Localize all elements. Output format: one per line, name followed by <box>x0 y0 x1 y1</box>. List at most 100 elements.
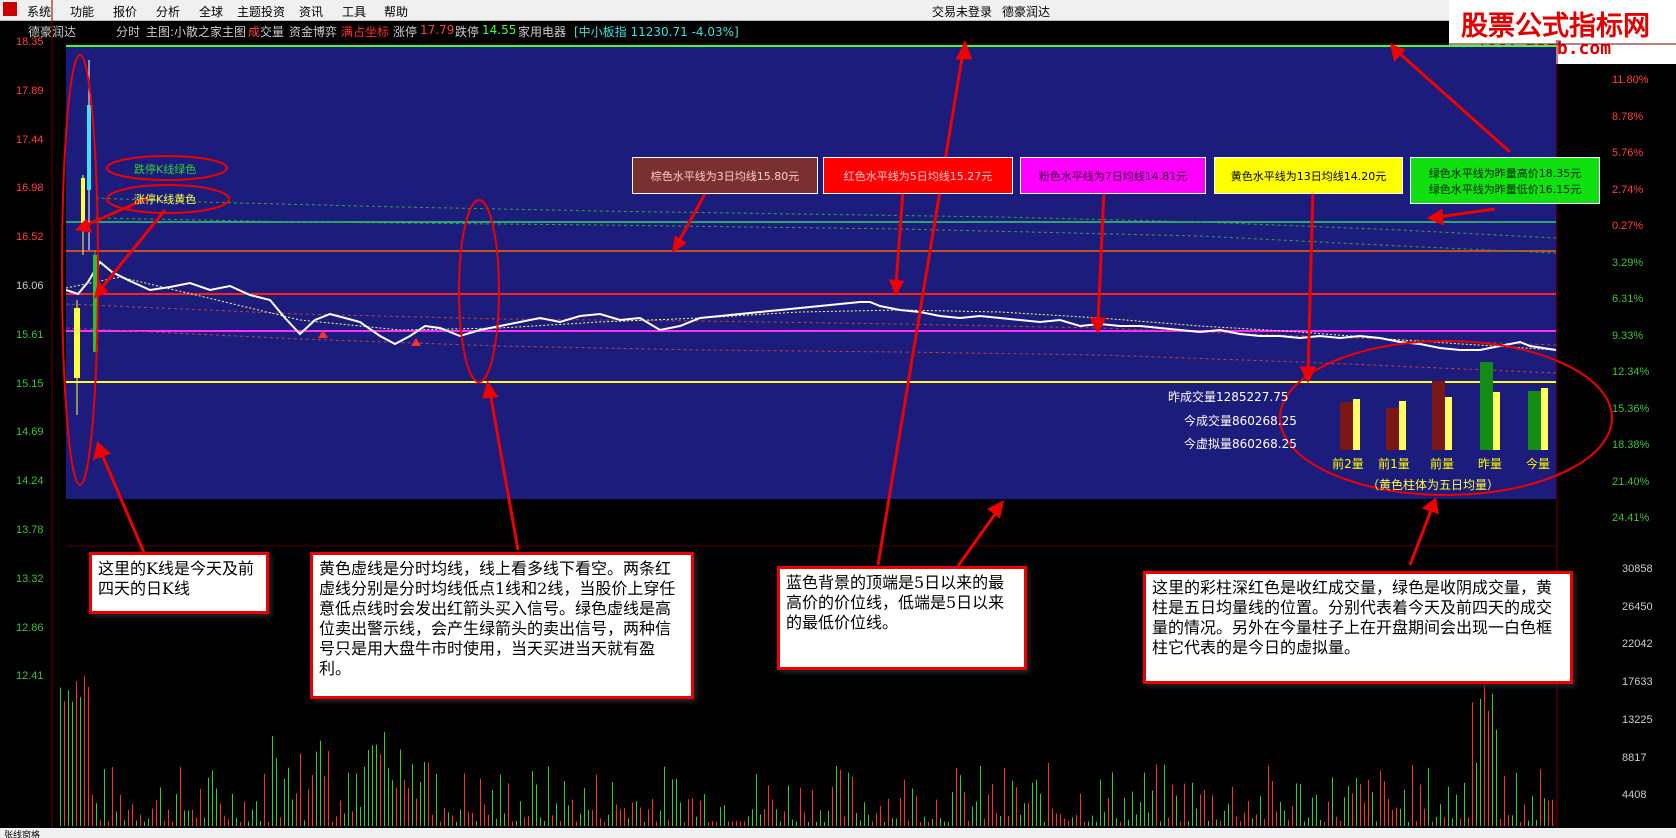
volume-tick-bar <box>280 817 281 826</box>
volume-tick-bar <box>1352 793 1353 826</box>
volume-tick-bar <box>680 802 681 826</box>
volume-tick-bar <box>396 787 397 826</box>
volume-tick-bar <box>1452 818 1453 826</box>
legend-hi-line: 绿色水平线为昨量高价18.35元 <box>1428 166 1582 180</box>
volume-tick-bar <box>1480 698 1481 826</box>
volume-tick-bar <box>492 789 493 826</box>
volume-tick-bar <box>468 812 469 826</box>
volume-tick-bar <box>108 821 109 826</box>
volume-tick-bar <box>128 810 129 826</box>
volume-tick-bar <box>452 815 453 826</box>
volume-tick-bar <box>272 736 273 826</box>
volume-tick-bar <box>1004 767 1005 826</box>
volume-tick-bar <box>116 811 117 826</box>
volume-tick-bar <box>1276 811 1277 826</box>
vol-bars-note: （黄色柱体为五日均量） <box>1367 478 1500 492</box>
volume-tick-bar <box>312 775 313 826</box>
left-price-tick: 13.78 <box>16 524 44 536</box>
volume-tick-bar <box>316 751 317 826</box>
left-price-tick: 18.35 <box>16 36 44 48</box>
volume-tick-bar <box>1384 781 1385 826</box>
volume-tick-bar <box>1232 787 1233 826</box>
volume-tick-bar <box>448 812 449 826</box>
volume-tick-bar <box>648 809 649 826</box>
left-price-tick: 14.69 <box>16 426 44 439</box>
volume-tick-bar <box>1056 813 1057 826</box>
legend-ma5: 红色水平线为5日均线15.27元 <box>823 157 1013 194</box>
volume-tick-bar <box>964 792 965 826</box>
volume-tick-bar <box>940 818 941 826</box>
volume-tick-bar <box>1148 812 1149 826</box>
left-price-tick: 17.44 <box>16 133 44 146</box>
right-pct-tick: 9.33% <box>1612 329 1644 342</box>
volume-tick-bar <box>720 807 721 826</box>
volume-tick-bar <box>972 806 973 826</box>
volume-tick-bar <box>488 814 489 826</box>
volume-tick-bar <box>1220 821 1221 826</box>
volume-tick-bar <box>1296 783 1297 826</box>
volume-tick-bar <box>1108 797 1109 826</box>
volume-tick-bar <box>204 817 205 826</box>
volume-tick-bar <box>812 790 813 826</box>
legend-hi-lo: 绿色水平线为昨量高价18.35元 绿色水平线为昨量低价16.15元 <box>1410 157 1600 204</box>
volume-tick-bar <box>896 818 897 826</box>
volume-tick-bar <box>876 813 877 826</box>
volume-tick-bar <box>184 810 185 826</box>
volume-tick-bar <box>1388 798 1389 826</box>
vol-bar-prev1-avg <box>1399 401 1406 450</box>
volume-tick-bar <box>840 770 841 826</box>
volume-tick-bar <box>324 776 325 826</box>
volume-tick-bar <box>124 820 125 826</box>
left-price-tick: 13.32 <box>16 572 44 585</box>
volume-tick-bar <box>60 687 61 826</box>
volume-tick-bar <box>1104 812 1105 826</box>
volume-tick-bar <box>212 770 213 826</box>
volume-tick-bar <box>588 809 589 826</box>
volume-tick-bar <box>560 821 561 826</box>
volume-tick-bar <box>1520 821 1521 826</box>
volume-tick-bar <box>368 749 369 826</box>
volume-tick-bar <box>1444 817 1445 826</box>
volume-tick-bar <box>360 807 361 826</box>
volume-tick-bar <box>832 786 833 826</box>
volume-tick-bar <box>904 779 905 826</box>
vol-bar-prev1 <box>1386 408 1399 450</box>
volume-tick-bar <box>820 810 821 826</box>
volume-tick-bar <box>1192 782 1193 826</box>
volume-tick-bar <box>780 821 781 826</box>
volume-tick-bar <box>420 782 421 826</box>
volume-tick-bar <box>440 821 441 826</box>
volume-tick-bar <box>308 789 309 826</box>
volume-tick-bar <box>592 810 593 826</box>
volume-tick-bar <box>952 792 953 826</box>
volume-tick-bar <box>956 767 957 826</box>
volume-tick-bar <box>460 809 461 826</box>
volume-tick-bar <box>92 794 93 826</box>
volume-tick-bar <box>176 794 177 826</box>
volume-tick-bar <box>656 821 657 826</box>
volume-tick-bar <box>444 807 445 826</box>
volume-tick-bar <box>380 754 381 826</box>
right-volume-tick: 8817 <box>1622 751 1647 764</box>
volume-tick-bar <box>288 767 289 826</box>
vol-bar-yesterday <box>1480 362 1493 450</box>
volume-tick-bar <box>1072 817 1073 826</box>
volume-tick-bar <box>1308 817 1309 826</box>
volume-tick-bar <box>924 816 925 826</box>
volume-tick-bar <box>1080 793 1081 826</box>
volume-tick-bar <box>220 803 221 826</box>
volume-tick-bar <box>1196 808 1197 826</box>
volume-tick-bar <box>860 820 861 826</box>
volume-tick-bar <box>1496 729 1497 826</box>
status-bar: 张线窗格 <box>0 828 1676 838</box>
volume-tick-bar <box>1288 820 1289 826</box>
volume-tick-bar <box>336 816 337 826</box>
volume-tick-bar <box>320 740 321 826</box>
volume-tick-bar <box>520 801 521 826</box>
volume-tick-bar <box>852 776 853 826</box>
vol-bar-today <box>1528 391 1541 450</box>
volume-tick-bar <box>1392 810 1393 826</box>
volume-tick-bar <box>112 767 113 826</box>
volume-tick-bar <box>348 772 349 826</box>
left-price-tick: 14.24 <box>16 475 44 488</box>
